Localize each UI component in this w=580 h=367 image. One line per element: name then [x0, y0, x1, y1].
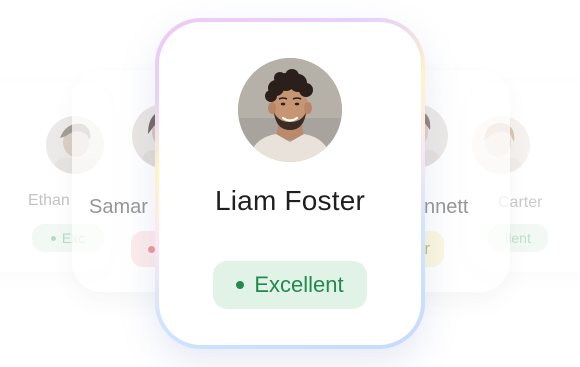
profile-card-main-inner: Liam Foster Excellent — [159, 22, 421, 345]
profile-name-main: Liam Foster — [214, 185, 366, 216]
profile-name: Ethan — [28, 192, 70, 209]
status-label: Excellent — [254, 272, 344, 297]
profile-card-main[interactable]: Liam Foster Excellent — [155, 18, 425, 349]
status-dot — [236, 281, 245, 289]
status-label: r — [424, 239, 430, 258]
status-badge-excellent: Excellent — [213, 261, 367, 309]
rating-carousel: Ethan Exc Carter llent — [0, 0, 580, 367]
profile-name: nnett — [424, 196, 469, 218]
status-dot — [50, 235, 56, 241]
avatar-liam-foster — [238, 58, 342, 162]
status-dot — [147, 245, 155, 253]
profile-name: Samar — [89, 196, 148, 218]
